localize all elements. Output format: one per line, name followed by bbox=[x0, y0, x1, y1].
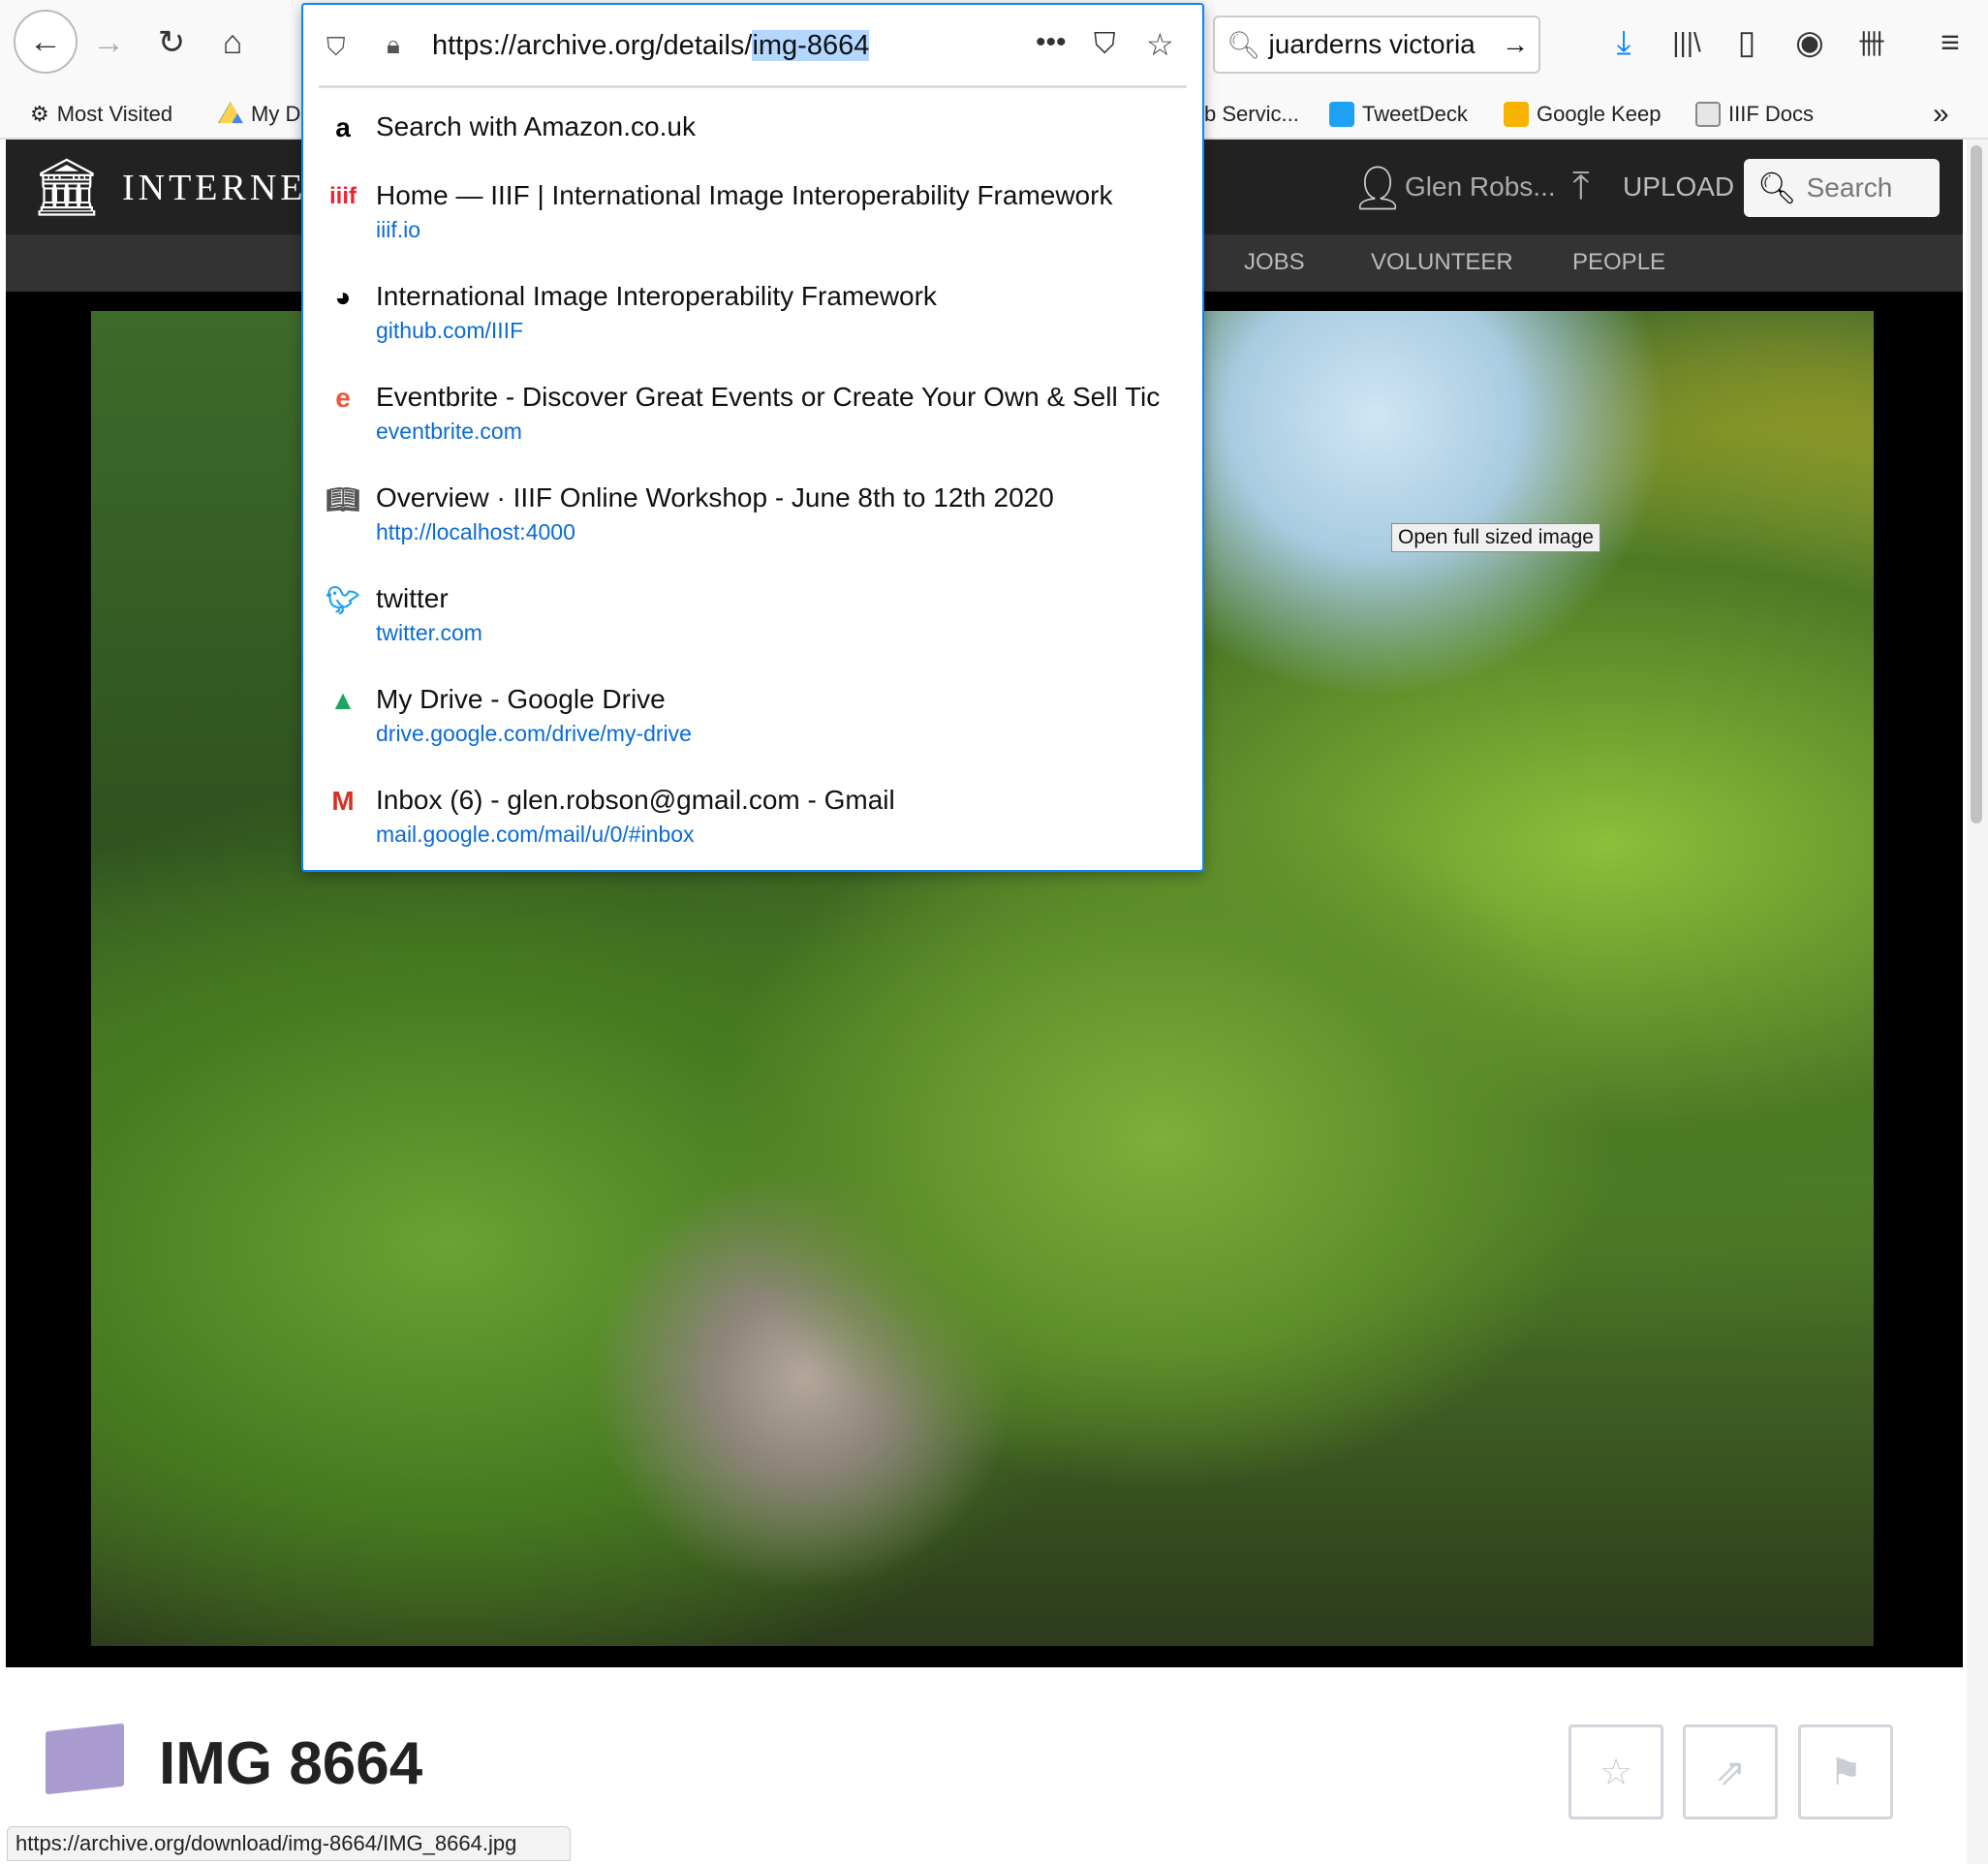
favorite-button[interactable]: ☆ bbox=[1569, 1724, 1663, 1819]
go-arrow-icon[interactable]: → bbox=[1502, 29, 1529, 60]
nav-jobs[interactable]: JOBS bbox=[1244, 249, 1305, 276]
bookmark-google-keep[interactable]: Google Keep bbox=[1504, 97, 1661, 132]
account-icon[interactable]: ◉ bbox=[1788, 21, 1831, 64]
forward-button[interactable]: → bbox=[87, 21, 130, 64]
google-keep-icon bbox=[1504, 102, 1529, 127]
share-icon: ⇗ bbox=[1715, 1752, 1746, 1793]
search-icon: 🔍︎ bbox=[1227, 29, 1261, 60]
book-icon: 📖︎ bbox=[326, 483, 360, 514]
search-input[interactable]: juarderns victoria bbox=[1269, 29, 1475, 60]
bookmarks-overflow-chevron-icon[interactable]: » bbox=[1933, 97, 1949, 132]
flag-icon: ⚑ bbox=[1828, 1752, 1863, 1793]
user-icon[interactable]: 👤︎ bbox=[1351, 163, 1405, 213]
star-icon: ☆ bbox=[1599, 1752, 1633, 1793]
bookmark-web-services[interactable]: b Servic... bbox=[1204, 97, 1299, 132]
status-bar-url: https://archive.org/download/img-8664/IM… bbox=[7, 1826, 571, 1861]
upload-icon[interactable]: ⤒ bbox=[1572, 165, 1590, 208]
folder-icon bbox=[1695, 102, 1721, 127]
sidebar-icon[interactable]: ▯ bbox=[1725, 21, 1768, 64]
archive-logo-icon[interactable]: 🏛︎ bbox=[31, 155, 103, 221]
lock-icon[interactable]: 🔒︎ bbox=[387, 30, 400, 61]
item-title: IMG 8664 bbox=[159, 1730, 423, 1797]
url-input[interactable]: https://archive.org/details/img-8664 bbox=[432, 30, 870, 62]
menu-icon[interactable]: ≡ bbox=[1929, 21, 1972, 64]
home-button[interactable]: ⌂ bbox=[211, 21, 254, 64]
eventbrite-icon: e bbox=[335, 383, 351, 413]
flag-button[interactable]: ⚑ bbox=[1798, 1724, 1893, 1819]
url-autocomplete-dropdown: ⛉ 🔒︎ https://archive.org/details/img-866… bbox=[301, 3, 1204, 872]
pocket-icon[interactable]: ⛉ bbox=[1094, 28, 1116, 61]
page-actions-icon[interactable]: ••• bbox=[1036, 26, 1067, 59]
bookmark-most-visited[interactable]: ⚙ Most Visited bbox=[30, 97, 172, 132]
nav-people[interactable]: PEOPLE bbox=[1572, 249, 1665, 276]
twitter-icon: 🐦︎ bbox=[326, 584, 360, 615]
tooltip: Open full sized image bbox=[1391, 523, 1600, 552]
reload-button[interactable]: ↻ bbox=[150, 21, 193, 64]
search-icon: 🔍︎ bbox=[1757, 171, 1797, 205]
bookmark-star-icon[interactable]: ☆ bbox=[1146, 26, 1174, 63]
share-button[interactable]: ⇗ bbox=[1683, 1724, 1778, 1819]
amazon-icon: a bbox=[335, 112, 351, 142]
upload-button[interactable]: UPLOAD bbox=[1623, 171, 1734, 202]
bookmark-my-drive[interactable]: My D bbox=[218, 97, 300, 132]
search-bar[interactable]: 🔍︎ juarderns victoria → bbox=[1213, 16, 1540, 74]
gmail-icon: M bbox=[331, 786, 355, 816]
gear-icon: ⚙ bbox=[30, 102, 49, 126]
library-icon[interactable]: |||\ bbox=[1665, 21, 1708, 64]
address-bar[interactable]: ⛉ 🔒︎ https://archive.org/details/img-866… bbox=[303, 5, 1202, 86]
google-drive-icon bbox=[218, 102, 243, 124]
tracking-shield-icon[interactable]: ⛉ bbox=[326, 32, 346, 63]
bookmark-tweetdeck[interactable]: TweetDeck bbox=[1329, 97, 1468, 132]
back-button[interactable]: ← bbox=[14, 10, 78, 74]
iiif-icon: iiif bbox=[329, 183, 357, 209]
divider bbox=[319, 85, 1187, 88]
tweetdeck-icon bbox=[1329, 102, 1354, 127]
github-icon: ◕ bbox=[334, 282, 352, 312]
bookmark-iiif-docs[interactable]: IIIF Docs bbox=[1695, 97, 1814, 132]
user-menu[interactable]: Glen Robs... bbox=[1405, 171, 1556, 202]
extension-icon[interactable]: 卌 bbox=[1850, 21, 1893, 64]
downloads-icon[interactable]: ⤓ bbox=[1602, 21, 1645, 64]
nav-volunteer[interactable]: VOLUNTEER bbox=[1371, 249, 1513, 276]
image-type-icon bbox=[46, 1723, 124, 1795]
site-search-button[interactable]: 🔍︎ Search bbox=[1744, 159, 1940, 217]
google-drive-icon: ▲ bbox=[329, 685, 357, 715]
scrollbar-thumb[interactable] bbox=[1971, 145, 1982, 823]
